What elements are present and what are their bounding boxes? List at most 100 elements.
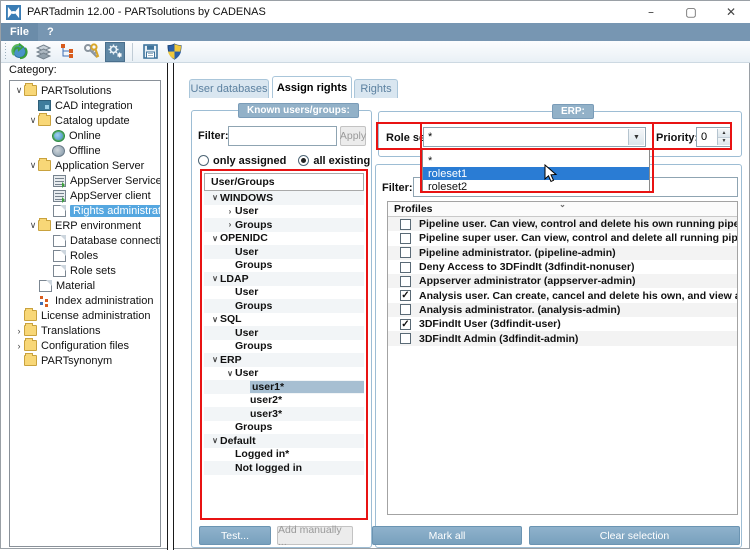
minimize-button[interactable]: – (631, 1, 671, 23)
expander-icon[interactable]: ∨ (28, 160, 38, 171)
profile-row[interactable]: Appserver administrator (appserver-admin… (388, 274, 737, 289)
expander-icon[interactable]: ∨ (210, 193, 220, 202)
spin-up-icon[interactable]: ▲ (718, 129, 730, 138)
profile-row[interactable]: ✓ 3DFindIt User (3dfindit-user) (388, 317, 737, 331)
catalog-icon[interactable] (33, 42, 53, 62)
tree-item[interactable]: ∨ Application Server (10, 158, 160, 173)
index-tree-icon[interactable] (57, 42, 77, 62)
expander-icon[interactable]: ∨ (28, 220, 38, 231)
profile-row[interactable]: Pipeline user. Can view, control and del… (388, 217, 737, 232)
tree-item[interactable]: Database connection (10, 233, 160, 248)
user-group-item[interactable]: user2* (204, 394, 364, 408)
expander-icon[interactable]: ∨ (210, 436, 220, 445)
tree-item[interactable]: Rights administration (10, 203, 160, 218)
user-group-item[interactable]: ∨ LDAP (204, 272, 364, 286)
tree-item[interactable]: Role sets (10, 263, 160, 278)
expander-icon[interactable]: ∨ (225, 369, 235, 378)
add-manually-button[interactable]: Add manually ... (277, 524, 353, 548)
profile-checkbox[interactable]: ✓ (400, 290, 411, 302)
user-group-item[interactable]: Groups (204, 421, 364, 435)
tree-item[interactable]: CAD integration (10, 98, 160, 113)
expander-icon[interactable]: › (225, 220, 235, 229)
user-group-item[interactable]: User (204, 245, 364, 259)
keys-icon[interactable] (81, 42, 101, 62)
tree-item[interactable]: AppServer Service (10, 173, 160, 188)
sync-icon[interactable] (9, 42, 29, 62)
tree-item[interactable]: ∨ ERP environment (10, 218, 160, 233)
splitter-handle[interactable] (167, 63, 174, 550)
admin-shield-icon[interactable] (164, 42, 184, 62)
header-chevron-icon[interactable]: ⌄ (559, 200, 566, 209)
profile-checkbox[interactable] (400, 218, 411, 230)
tab-rights[interactable]: Rights (354, 79, 398, 98)
expander-icon[interactable]: › (14, 341, 24, 351)
user-group-item[interactable]: User (204, 326, 364, 340)
mark-all-button[interactable]: Mark all (372, 526, 522, 545)
clear-selection-button[interactable]: Clear selection (529, 526, 740, 545)
settings-active-icon[interactable] (105, 41, 125, 62)
test-button[interactable]: Test... (199, 526, 271, 545)
user-group-item[interactable]: Groups (204, 340, 364, 354)
user-groups-header[interactable]: User/Groups (204, 173, 364, 191)
tree-item[interactable]: ∨ Catalog update (10, 113, 160, 128)
tree-item[interactable]: AppServer client (10, 188, 160, 203)
user-group-item[interactable]: › User (204, 205, 364, 219)
expander-icon[interactable]: ∨ (14, 85, 24, 96)
priority-spinbox[interactable]: 0 ▲ ▼ (696, 127, 732, 147)
user-group-item[interactable]: Groups (204, 299, 364, 313)
user-group-item[interactable]: User (204, 286, 364, 300)
profile-row[interactable]: 3DFindIt Admin (3dfindit-admin) (388, 331, 737, 346)
apply-button[interactable]: Apply (340, 126, 366, 146)
tree-item[interactable]: Roles (10, 248, 160, 263)
user-group-item[interactable]: ∨ ERP (204, 353, 364, 367)
tree-item[interactable]: Online (10, 128, 160, 143)
user-group-item[interactable]: user1* (204, 380, 364, 394)
menu-file[interactable]: File (1, 23, 38, 41)
profile-checkbox[interactable] (400, 247, 411, 259)
profile-checkbox[interactable]: ✓ (400, 318, 411, 330)
expander-icon[interactable]: ∨ (210, 274, 220, 283)
tree-item[interactable]: Material (10, 278, 160, 293)
expander-icon[interactable]: ∨ (28, 115, 38, 126)
expander-icon[interactable]: ∨ (210, 315, 220, 324)
profile-checkbox[interactable] (400, 261, 411, 273)
user-group-item[interactable]: Not logged in (204, 461, 364, 475)
expander-icon[interactable]: ∨ (210, 234, 220, 243)
user-group-item[interactable]: Logged in* (204, 448, 364, 462)
profile-row[interactable]: Deny Access to 3DFindIt (3dfindit-nonuse… (388, 260, 737, 274)
tree-item[interactable]: Index administration (10, 293, 160, 308)
user-group-item[interactable]: user3* (204, 407, 364, 421)
tree-item[interactable]: › Translations (10, 323, 160, 338)
only-assigned-radio[interactable] (198, 155, 209, 166)
profile-checkbox[interactable] (400, 333, 411, 345)
user-group-item[interactable]: ∨ OPENIDC (204, 232, 364, 246)
dropdown-option[interactable]: roleset1 (423, 167, 649, 180)
dropdown-option[interactable]: * (423, 154, 649, 167)
expander-icon[interactable]: ∨ (210, 355, 220, 364)
dropdown-option[interactable]: roleset2 (423, 180, 649, 193)
profile-row[interactable]: Analysis administrator. (analysis-admin) (388, 302, 737, 318)
toolbar-grip[interactable] (3, 42, 7, 61)
tree-item[interactable]: Offline (10, 143, 160, 158)
user-group-item[interactable]: › Groups (204, 218, 364, 232)
expander-icon[interactable]: › (14, 326, 24, 336)
save-icon[interactable] (140, 42, 160, 62)
profiles-column-header[interactable]: Profiles ⌄ (388, 200, 737, 217)
user-group-item[interactable]: ∨ WINDOWS (204, 191, 364, 205)
close-button[interactable]: ✕ (711, 1, 750, 23)
tree-item[interactable]: › Configuration files (10, 338, 160, 353)
tree-item[interactable]: License administration (10, 308, 160, 323)
maximize-button[interactable]: ▢ (671, 1, 711, 23)
tab-user-databases[interactable]: User databases (189, 79, 269, 98)
profile-checkbox[interactable] (400, 275, 411, 287)
all-existing-radio[interactable] (298, 155, 310, 166)
tree-item[interactable]: PARTsynonym (10, 353, 160, 368)
profile-checkbox[interactable] (400, 232, 411, 244)
tab-assign-rights[interactable]: Assign rights (272, 76, 352, 98)
users-filter-input[interactable] (228, 126, 337, 146)
menu-help[interactable]: ? (38, 23, 63, 41)
spin-down-icon[interactable]: ▼ (718, 137, 730, 145)
user-group-item[interactable]: ∨ Default (204, 434, 364, 448)
role-set-combobox[interactable]: * ▼ (423, 127, 646, 147)
tree-item[interactable]: ∨ PARTsolutions (10, 83, 160, 98)
